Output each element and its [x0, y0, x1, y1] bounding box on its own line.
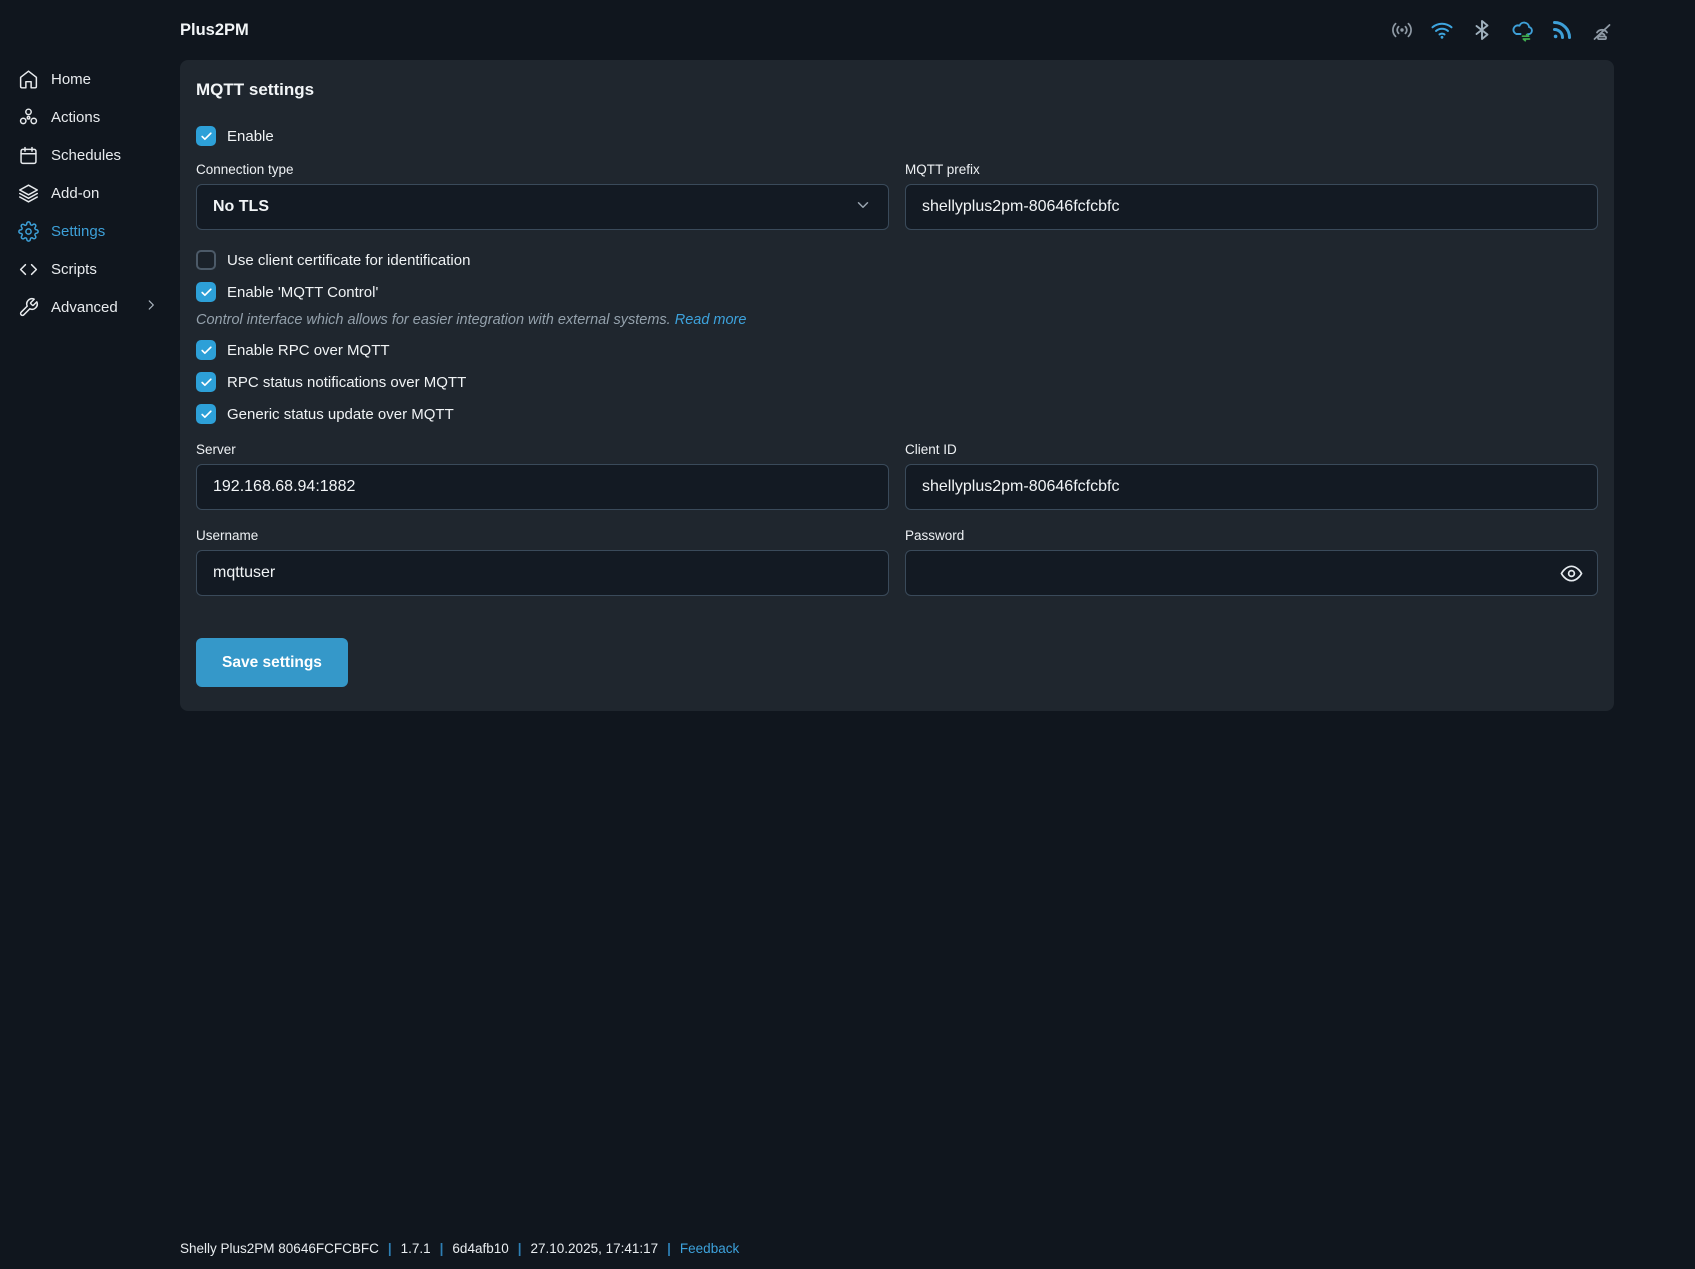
sidebar-item-home[interactable]: Home [0, 60, 166, 98]
sidebar-item-label: Actions [51, 108, 101, 126]
panel-title: MQTT settings [196, 80, 315, 99]
footer-datetime: 27.10.2025, 17:41:17 [530, 1241, 659, 1256]
footer-separator: | [387, 1241, 392, 1256]
check-icon [200, 377, 212, 386]
sidebar: Home Actions Schedules Add-on Settings S… [0, 0, 166, 1269]
range-extender-off-icon [1589, 18, 1614, 43]
code-icon [19, 263, 38, 275]
client-id-field-box [905, 464, 1598, 510]
mqtt-control-label: Enable 'MQTT Control' [227, 283, 379, 301]
access-point-icon [1389, 18, 1414, 43]
client-id-label: Client ID [905, 442, 957, 457]
client-id-input[interactable] [906, 465, 1597, 509]
generic-status-checkbox-row[interactable]: Generic status update over MQTT [196, 404, 1598, 424]
enable-checkbox-row[interactable]: Enable [196, 126, 1598, 146]
username-field-group: Username [196, 528, 889, 596]
footer-separator: | [517, 1241, 522, 1256]
connection-type-label: Connection type [196, 162, 294, 177]
enable-label: Enable [227, 127, 274, 145]
feedback-link[interactable]: Feedback [680, 1241, 739, 1256]
rpc-over-mqtt-label: Enable RPC over MQTT [227, 341, 390, 359]
sidebar-item-advanced[interactable]: Advanced [0, 288, 166, 326]
client-id-field-group: Client ID [905, 442, 1598, 510]
chevron-right-icon [144, 298, 158, 316]
note-text: Control interface which allows for easie… [196, 312, 671, 328]
layers-icon [19, 183, 38, 203]
gear-icon [18, 220, 39, 242]
use-cert-label: Use client certificate for identificatio… [227, 251, 471, 269]
check-icon [200, 345, 212, 354]
topbar: Plus2PM [180, 0, 1614, 60]
mqtt-icon [1549, 18, 1574, 43]
username-input[interactable] [197, 551, 888, 595]
check-icon [200, 287, 212, 296]
sidebar-item-settings[interactable]: Settings [0, 212, 166, 250]
sidebar-item-label: Advanced [51, 298, 118, 316]
rpc-over-mqtt-checkbox[interactable] [196, 340, 216, 360]
sidebar-item-label: Scripts [51, 260, 97, 278]
show-password-button[interactable] [1557, 559, 1585, 587]
calendar-icon [20, 146, 37, 164]
sidebar-item-addon[interactable]: Add-on [0, 174, 166, 212]
bluetooth-icon [1469, 18, 1494, 43]
mqtt-control-checkbox-row[interactable]: Enable 'MQTT Control' [196, 282, 1598, 302]
wrench-icon [19, 297, 38, 316]
wifi-icon [1429, 18, 1454, 43]
sidebar-item-scripts[interactable]: Scripts [0, 250, 166, 288]
username-label: Username [196, 528, 259, 543]
mqtt-prefix-field-box [905, 184, 1598, 230]
mqtt-control-checkbox[interactable] [196, 282, 216, 302]
connection-type-field-group: Connection type No TLS [196, 162, 889, 230]
server-label: Server [196, 442, 236, 457]
main-content: Plus2PM MQTT settings Enable Connection … [166, 0, 1695, 1269]
actions-icon [19, 107, 38, 124]
username-field-box [196, 550, 889, 596]
status-icon-bar [1389, 18, 1614, 43]
password-input[interactable] [906, 551, 1597, 595]
connection-type-select[interactable]: No TLS [196, 184, 889, 230]
home-icon [19, 69, 38, 89]
password-field-group: Password [905, 528, 1598, 596]
server-field-group: Server [196, 442, 889, 510]
save-settings-button[interactable]: Save settings [196, 638, 348, 687]
footer-device-name: Shelly Plus2PM 80646FCFCBFC [180, 1241, 379, 1256]
mqtt-prefix-field-group: MQTT prefix [905, 162, 1598, 230]
use-cert-checkbox-row[interactable]: Use client certificate for identificatio… [196, 250, 1598, 270]
footer: Shelly Plus2PM 80646FCFCBFC | 1.7.1 | 6d… [180, 1241, 1614, 1256]
sidebar-item-label: Settings [51, 222, 106, 240]
rpc-status-label: RPC status notifications over MQTT [227, 373, 467, 391]
enable-checkbox[interactable] [196, 126, 216, 146]
mqtt-prefix-input[interactable] [906, 185, 1597, 229]
chevron-down-icon [854, 196, 872, 219]
read-more-link[interactable]: Read more [675, 312, 747, 328]
password-field-box [905, 550, 1598, 596]
server-field-box [196, 464, 889, 510]
sidebar-item-label: Home [51, 70, 92, 88]
check-icon [200, 409, 212, 418]
sidebar-item-label: Schedules [51, 146, 122, 164]
sidebar-item-actions[interactable]: Actions [0, 98, 166, 136]
eye-icon [1560, 564, 1582, 582]
sidebar-item-label: Add-on [51, 184, 100, 202]
rpc-status-checkbox[interactable] [196, 372, 216, 392]
use-cert-checkbox[interactable] [196, 250, 216, 270]
rpc-over-mqtt-checkbox-row[interactable]: Enable RPC over MQTT [196, 340, 1598, 360]
footer-firmware-version: 1.7.1 [400, 1241, 431, 1256]
connection-type-value: No TLS [213, 198, 269, 215]
cloud-sync-icon [1509, 18, 1534, 43]
generic-status-label: Generic status update over MQTT [227, 405, 454, 423]
footer-separator: | [667, 1241, 671, 1256]
page-title: Plus2PM [180, 20, 249, 39]
rpc-status-checkbox-row[interactable]: RPC status notifications over MQTT [196, 372, 1598, 392]
server-input[interactable] [197, 465, 888, 509]
footer-separator: | [439, 1241, 444, 1256]
password-label: Password [905, 528, 965, 543]
mqtt-control-note: Control interface which allows for easie… [196, 312, 1598, 328]
sidebar-item-schedules[interactable]: Schedules [0, 136, 166, 174]
mqtt-settings-panel: MQTT settings Enable Connection type No … [180, 60, 1614, 711]
mqtt-prefix-label: MQTT prefix [905, 162, 980, 177]
generic-status-checkbox[interactable] [196, 404, 216, 424]
footer-build-hash: 6d4afb10 [452, 1241, 509, 1256]
check-icon [200, 131, 212, 140]
